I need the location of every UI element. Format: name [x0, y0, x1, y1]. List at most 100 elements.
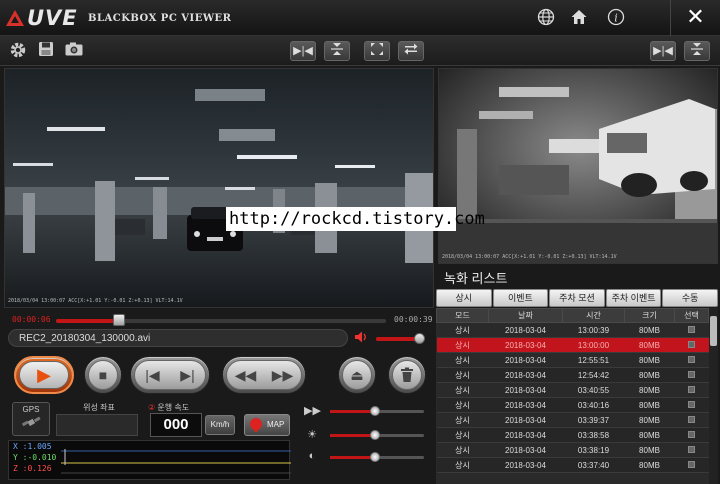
speed-slider-knob[interactable] — [370, 406, 381, 416]
rear-flip-horizontal-button[interactable]: ▶|◀ — [650, 41, 676, 61]
cell-mode: 상시 — [436, 367, 489, 383]
file-name-display: REC2_20180304_130000.avi — [8, 329, 348, 347]
speed-slider-track[interactable] — [330, 406, 424, 416]
select-checkbox[interactable] — [688, 385, 695, 393]
speed-slider-fill — [330, 410, 376, 413]
select-checkbox[interactable] — [688, 460, 695, 468]
cell-select — [674, 382, 709, 398]
cell-size: 80MB — [624, 352, 675, 368]
cell-size: 80MB — [624, 382, 675, 398]
info-icon[interactable]: i — [606, 8, 626, 28]
swap-view-button[interactable] — [398, 41, 424, 61]
cell-mode: 상시 — [436, 442, 489, 458]
cell-mode: 상시 — [436, 427, 489, 443]
speed-unit-button[interactable]: Km/h — [205, 415, 235, 435]
rear-camera-video[interactable]: 2018/03/04 13:00:07 ACC[X:+1.01 Y:-0.01 … — [438, 68, 718, 264]
map-button[interactable]: MAP — [244, 414, 290, 436]
previous-file-icon[interactable]: |◀ — [145, 367, 159, 384]
home-icon[interactable] — [569, 8, 589, 28]
map-label: MAP — [267, 420, 285, 429]
file-row: REC2_20180304_130000.avi — [4, 328, 434, 348]
playback-controls: ▶ ■ |◀ ▶| ◀◀ ▶▶ ⏏ — [4, 354, 434, 398]
table-row[interactable]: 상시 2018-03-04 12:55:51 80MB — [436, 352, 709, 368]
column-header-select[interactable]: 선택 — [674, 308, 709, 323]
column-header-size[interactable]: 크기 — [624, 308, 675, 323]
contrast-half-circle-icon: ◐ — [308, 450, 316, 462]
flip-vertical-button[interactable] — [324, 41, 350, 61]
table-row[interactable]: 상시 2018-03-04 03:40:16 80MB — [436, 397, 709, 413]
table-row[interactable]: 상시 2018-03-04 03:38:58 80MB — [436, 427, 709, 443]
globe-icon[interactable] — [536, 8, 556, 28]
brightness-slider: ☀ — [304, 426, 434, 446]
fullscreen-button[interactable] — [364, 41, 390, 61]
contrast-slider-knob[interactable] — [370, 452, 381, 462]
select-checkbox[interactable] — [688, 430, 695, 438]
brightness-slider-track[interactable] — [330, 430, 424, 440]
stop-button[interactable]: ■ — [84, 356, 122, 394]
cell-select — [674, 412, 709, 428]
cell-date: 2018-03-04 — [488, 322, 563, 338]
cell-time: 03:40:55 — [562, 382, 625, 398]
progress-knob[interactable] — [112, 314, 125, 326]
info-panel: GPS 위성 좌표 ② 운행 속도 000 Km/h MAP X :1.005 … — [4, 400, 434, 482]
progress-track[interactable] — [56, 314, 386, 326]
rear-flip-vertical-button[interactable] — [684, 41, 710, 61]
table-row[interactable]: 상시 2018-03-04 03:37:40 80MB — [436, 457, 709, 473]
recording-filter-tabs: 상시 이벤트 주차 모션 주차 이벤트 수동 — [436, 289, 718, 307]
list-scrollbar[interactable] — [709, 308, 718, 484]
brightness-slider-knob[interactable] — [370, 430, 381, 440]
camera-snapshot-icon[interactable] — [62, 40, 86, 62]
table-row[interactable]: 상시 2018-03-04 13:00:39 80MB — [436, 322, 709, 338]
title-bar: UVE BLACKBOX PC VIEWER i ✕ — [0, 0, 720, 36]
table-row[interactable]: 상시 2018-03-04 03:39:37 80MB — [436, 412, 709, 428]
close-button[interactable]: ✕ — [670, 0, 720, 36]
cell-time: 03:39:37 — [562, 412, 625, 428]
select-checkbox[interactable] — [688, 370, 695, 378]
table-row[interactable]: 상시 2018-03-04 03:40:55 80MB — [436, 382, 709, 398]
volume-track[interactable] — [376, 333, 425, 344]
cell-select — [674, 352, 709, 368]
eject-icon: ⏏ — [350, 366, 364, 383]
svg-text:i: i — [614, 12, 618, 25]
filter-tab-parking-event[interactable]: 주차 이벤트 — [605, 289, 662, 307]
select-checkbox[interactable] — [688, 340, 695, 348]
select-checkbox[interactable] — [688, 325, 695, 333]
next-file-icon[interactable]: ▶| — [180, 367, 194, 384]
contrast-slider-track[interactable] — [330, 452, 424, 462]
cell-mode: 상시 — [436, 457, 489, 473]
rewind-icon[interactable]: ◀◀ — [235, 367, 257, 384]
prev-next-group: |◀ ▶| — [130, 356, 210, 394]
table-row[interactable]: 상시 2018-03-04 13:00:00 80MB — [436, 337, 709, 353]
save-disk-icon[interactable] — [34, 40, 58, 62]
rear-video-frame — [439, 69, 717, 263]
cell-time: 03:38:58 — [562, 427, 625, 443]
cell-time: 03:40:16 — [562, 397, 625, 413]
select-checkbox[interactable] — [688, 355, 695, 363]
filter-tab-normal[interactable]: 상시 — [436, 289, 492, 307]
cell-size: 80MB — [624, 412, 675, 428]
list-scrollbar-thumb[interactable] — [710, 316, 717, 346]
filter-tab-event[interactable]: 이벤트 — [492, 289, 549, 307]
cell-time: 03:38:19 — [562, 442, 625, 458]
volume-speaker-icon[interactable] — [354, 330, 368, 347]
filter-tab-manual[interactable]: 수동 — [662, 289, 718, 307]
column-header-date[interactable]: 날짜 — [488, 308, 563, 323]
select-checkbox[interactable] — [688, 415, 695, 423]
eject-button[interactable]: ⏏ — [338, 356, 376, 394]
front-camera-video[interactable]: 2018/03/04 13:00:07 ACC[X:+1.01 Y:-0.01 … — [4, 68, 434, 308]
play-button[interactable]: ▶ — [14, 356, 74, 394]
table-row[interactable]: 상시 2018-03-04 03:38:19 80MB — [436, 442, 709, 458]
cell-date: 2018-03-04 — [488, 442, 563, 458]
flip-horizontal-button[interactable]: ▶|◀ — [290, 41, 316, 61]
filter-tab-parking-motion[interactable]: 주차 모션 — [549, 289, 605, 307]
select-checkbox[interactable] — [688, 445, 695, 453]
settings-gear-icon[interactable] — [6, 40, 30, 62]
delete-button[interactable] — [388, 356, 426, 394]
select-checkbox[interactable] — [688, 400, 695, 408]
fast-forward-icon[interactable]: ▶▶ — [272, 367, 294, 384]
column-header-mode[interactable]: 모드 — [436, 308, 489, 323]
volume-knob[interactable] — [413, 333, 425, 344]
cell-select — [674, 442, 709, 458]
table-row[interactable]: 상시 2018-03-04 12:54:42 80MB — [436, 367, 709, 383]
column-header-time[interactable]: 시간 — [562, 308, 625, 323]
